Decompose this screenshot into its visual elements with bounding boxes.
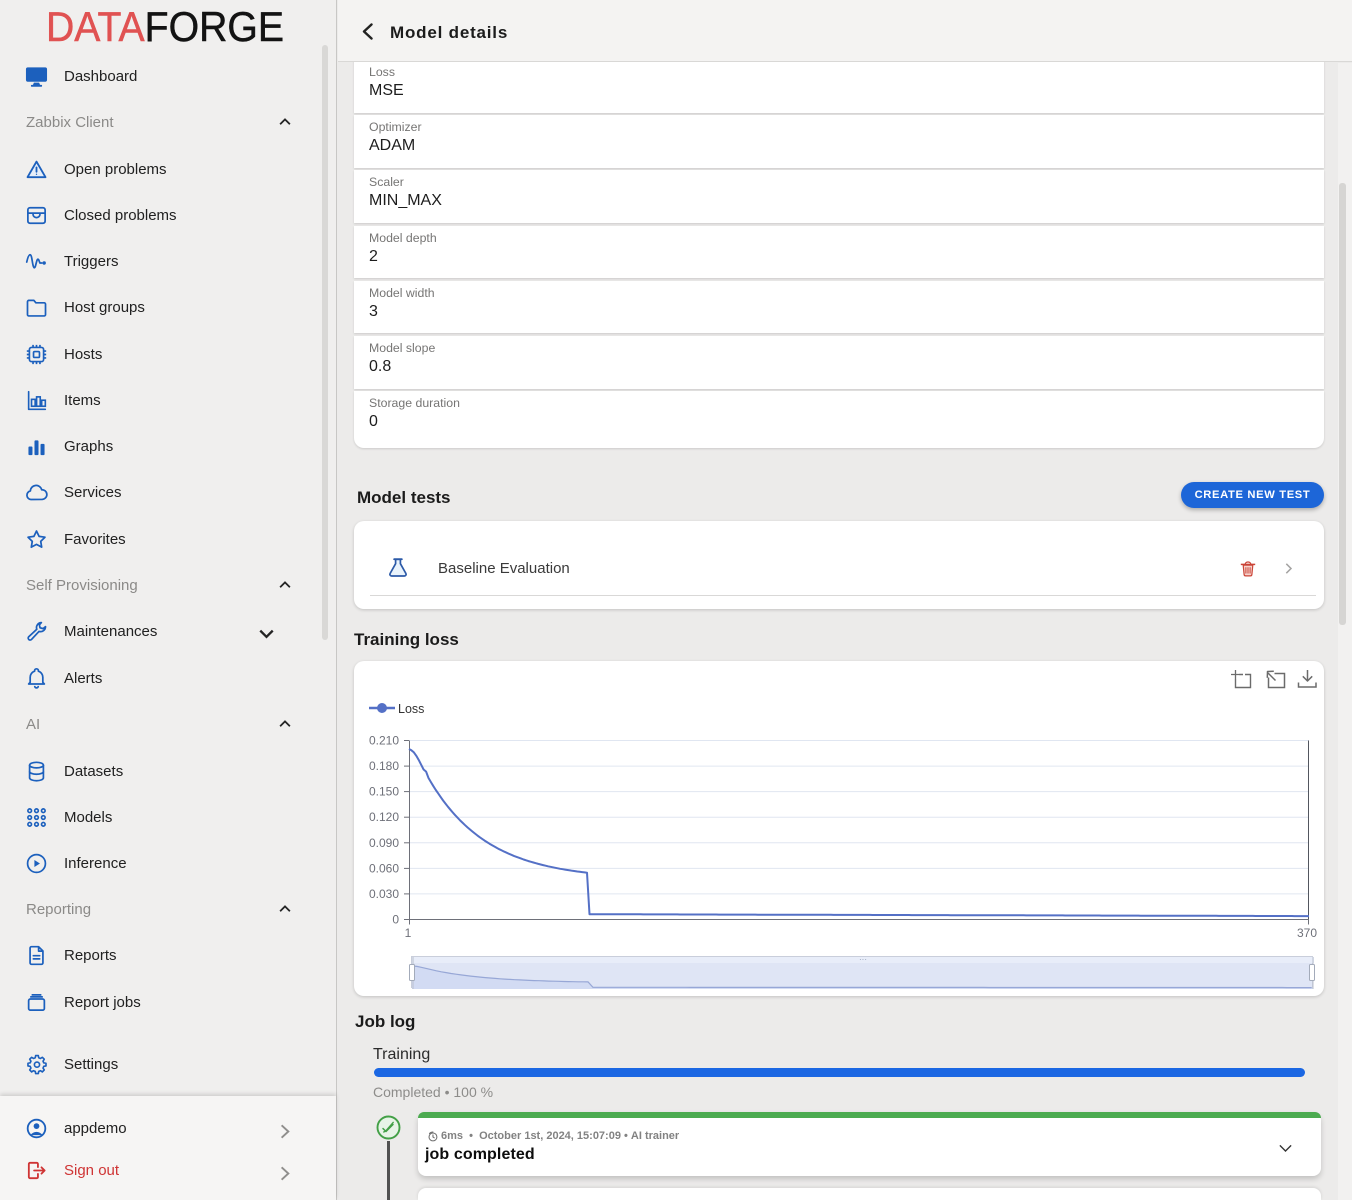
svg-text:370: 370 bbox=[1297, 926, 1317, 940]
svg-text:0.060: 0.060 bbox=[369, 861, 399, 875]
svg-text:0.090: 0.090 bbox=[369, 836, 399, 850]
svg-text:0.120: 0.120 bbox=[369, 810, 399, 824]
svg-text:0.180: 0.180 bbox=[369, 759, 399, 773]
svg-text:···: ··· bbox=[859, 957, 867, 964]
svg-text:1: 1 bbox=[405, 926, 412, 940]
svg-text:0: 0 bbox=[392, 913, 399, 927]
svg-text:0.210: 0.210 bbox=[369, 734, 399, 748]
svg-text:0.150: 0.150 bbox=[369, 785, 399, 799]
svg-text:0.030: 0.030 bbox=[369, 887, 399, 901]
